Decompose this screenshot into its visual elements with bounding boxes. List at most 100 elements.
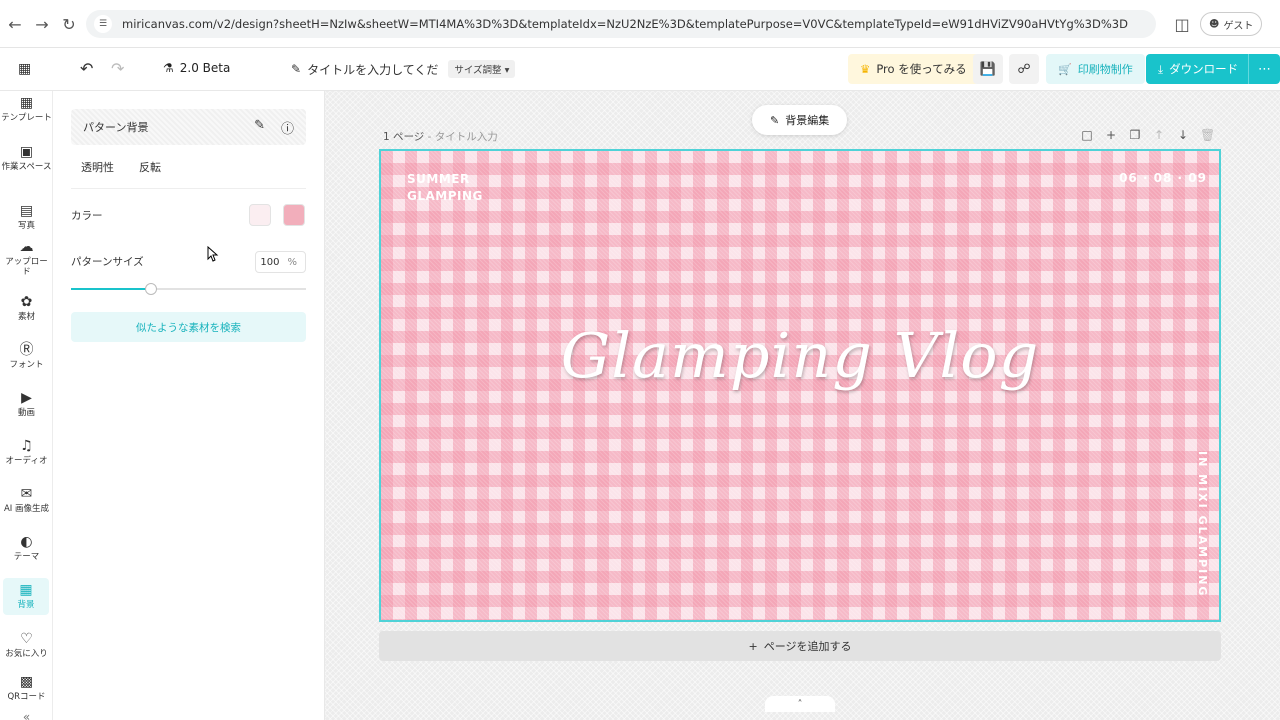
share-icon[interactable]: ☍ [1009, 54, 1039, 84]
background-edit-button[interactable]: ✎ 背景編集 [752, 105, 848, 135]
rail-label: アップロード [5, 257, 48, 277]
design-page[interactable]: SUMMER GLAMPING 06 · 08 · 09 Glamping Vl… [379, 149, 1221, 622]
beta-label: 2.0 Beta [179, 61, 231, 75]
design-title-field[interactable]: ✎ タイトルを入力してくだ サイズ調整 ▾ [291, 60, 516, 78]
try-pro-label: Pro を使ってみる [876, 62, 967, 76]
background-panel: パターン背景 ✎ ⓘ 透明性 反転 カラー パターンサイズ 100 % 似たよう… [53, 91, 325, 720]
rail-favorites[interactable]: ♡ お気に入り [0, 631, 52, 660]
palette-icon: ◐ [20, 534, 33, 550]
rail-audio[interactable]: ♫ オーディオ [0, 438, 52, 467]
profile-icon: ☻ [1209, 18, 1220, 30]
background-pattern-icon: ▦ [19, 582, 33, 598]
rail-elements[interactable]: ✿ 素材 [0, 294, 52, 323]
reload-icon[interactable]: ↻ [59, 14, 79, 34]
info-icon[interactable]: ⓘ [281, 118, 294, 137]
app-header: ▦ ↶ ↷ ⚗ 2.0 Beta ✎ タイトルを入力してくだ サイズ調整 ▾ ♛… [0, 48, 1280, 91]
pattern-size-slider[interactable] [71, 283, 306, 295]
download-button[interactable]: ⤓ ダウンロード [1146, 54, 1251, 84]
move-down-icon[interactable]: ↓ [1176, 128, 1190, 142]
rail-photos[interactable]: ▤ 写真 [0, 203, 52, 232]
collapse-bottom-panel-icon[interactable]: ˄ [765, 696, 835, 712]
rail-qr-code[interactable]: ▩ QRコード [0, 674, 52, 703]
color-swatch-pink[interactable] [283, 204, 305, 226]
rail-label: 作業スペース [1, 162, 52, 172]
pencil-icon: ✎ [770, 113, 780, 127]
title-edit-icon: ✎ [291, 62, 302, 76]
print-button[interactable]: 🛒 印刷物制作 [1046, 54, 1145, 84]
save-icon[interactable]: 💾 [973, 54, 1003, 84]
design-summer-text: SUMMER [407, 172, 470, 186]
pattern-background-card[interactable]: パターン背景 ✎ ⓘ [71, 109, 306, 145]
mouse-cursor-icon [207, 246, 219, 262]
pattern-size-input[interactable]: 100 % [255, 251, 306, 273]
design-top-left-text[interactable]: SUMMER GLAMPING [407, 171, 483, 206]
print-label: 印刷物制作 [1077, 63, 1133, 76]
download-label: ダウンロード [1169, 62, 1239, 76]
rail-label: AI 画像生成 [3, 504, 50, 514]
add-page-icon[interactable]: + [1104, 128, 1118, 142]
collapse-rail-icon[interactable]: « [0, 710, 52, 720]
page-note-icon[interactable]: □ [1080, 128, 1094, 142]
rail-background[interactable]: ▦ 背景 [3, 578, 49, 615]
rail-workspace[interactable]: ▣ 作業スペース [0, 144, 52, 173]
rail-label: 背景 [17, 600, 35, 610]
slider-fill [71, 288, 151, 290]
profile-label: ゲスト [1223, 20, 1254, 32]
heart-icon: ♡ [20, 631, 33, 647]
chat-icon: ✉ [20, 486, 33, 502]
divider [71, 188, 306, 189]
template-icon: ▦ [19, 95, 34, 111]
tab-transparency[interactable]: 透明性 [81, 159, 114, 175]
rail-label: フォント [9, 360, 44, 370]
canvas-area: ✎ 背景編集 1 ページ - タイトル入力 □ + ❐ ↑ ↓ 🗑 SUMMER… [325, 91, 1280, 720]
add-page-button[interactable]: + ページを追加する [379, 631, 1221, 661]
crown-icon: ♛ [860, 62, 871, 76]
archive-icon: ▣ [19, 144, 34, 160]
delete-page-icon[interactable]: 🗑 [1200, 128, 1215, 142]
text-icon: Ⓡ [19, 342, 34, 358]
resize-button[interactable]: サイズ調整 ▾ [448, 60, 516, 78]
rail-fonts[interactable]: Ⓡ フォント [0, 342, 52, 371]
profile-button[interactable]: ☻ ゲスト [1200, 12, 1263, 36]
beta-toggle[interactable]: ⚗ 2.0 Beta [163, 61, 230, 75]
add-page-label: ページを追加する [763, 640, 852, 653]
color-label: カラー [71, 210, 103, 222]
find-similar-button[interactable]: 似たような素材を検索 [71, 312, 306, 342]
rail-video[interactable]: ▶ 動画 [0, 390, 52, 419]
move-up-icon[interactable]: ↑ [1152, 128, 1166, 142]
page-label: 1 ページ - タイトル入力 [383, 129, 498, 144]
design-glamping-text: GLAMPING [407, 189, 483, 204]
sidebar-toggle-icon[interactable]: ◫ [1172, 14, 1192, 34]
site-info-icon[interactable]: ☰ [94, 15, 112, 33]
rail-label: テーマ [13, 552, 40, 562]
rail-label: 動画 [17, 408, 35, 418]
try-pro-button[interactable]: ♛ Pro を使ってみる [848, 54, 979, 84]
rail-templates[interactable]: ▦ テンプレート [0, 95, 52, 124]
tab-flip[interactable]: 反転 [139, 159, 161, 175]
back-icon[interactable]: ← [5, 14, 25, 34]
pattern-options-tabs: 透明性 反転 [81, 159, 161, 175]
photo-icon: ▤ [19, 203, 34, 219]
page-title-input[interactable]: - タイトル入力 [428, 131, 498, 143]
menu-grid-icon[interactable]: ▦ [18, 61, 31, 77]
more-options-button[interactable]: ⋯ [1248, 54, 1280, 84]
slider-handle[interactable] [144, 283, 157, 295]
pattern-title: パターン背景 [83, 121, 149, 134]
redo-icon[interactable]: ↷ [111, 59, 124, 78]
design-script-title[interactable]: Glamping Vlog [381, 319, 1219, 392]
rail-theme[interactable]: ◐ テーマ [0, 534, 52, 563]
rail-label: 素材 [17, 312, 35, 322]
forward-icon[interactable]: → [32, 14, 52, 34]
address-bar[interactable]: ☰ miricanvas.com/v2/design?sheetH=NzIw&s… [86, 10, 1156, 38]
design-vertical-text[interactable]: IN MIXI GLAMPING [1196, 451, 1209, 597]
upload-icon: ☁ [19, 239, 34, 255]
paint-roller-icon[interactable]: ✎ [254, 118, 265, 137]
rail-upload[interactable]: ☁ アップロード [0, 239, 52, 278]
rail-label: テンプレート [1, 113, 52, 123]
design-date-text[interactable]: 06 · 08 · 09 [1119, 171, 1207, 185]
color-swatch-light[interactable] [249, 204, 271, 226]
duplicate-page-icon[interactable]: ❐ [1128, 128, 1142, 142]
rail-ai-image[interactable]: ✉ AI 画像生成 [0, 486, 52, 515]
undo-icon[interactable]: ↶ [80, 59, 93, 78]
background-edit-label: 背景編集 [785, 114, 830, 127]
